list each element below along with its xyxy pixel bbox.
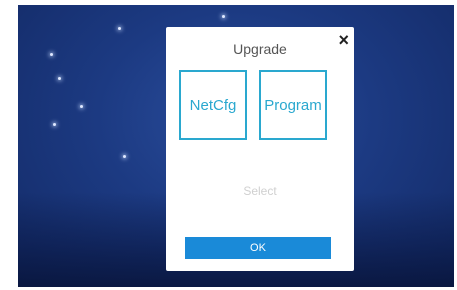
star-decoration bbox=[50, 53, 53, 56]
netcfg-label: NetCfg bbox=[189, 96, 237, 114]
ok-button-label: OK bbox=[250, 242, 266, 254]
star-decoration bbox=[53, 123, 56, 126]
star-decoration bbox=[58, 77, 61, 80]
netcfg-option[interactable]: NetCfg bbox=[179, 70, 247, 140]
ok-button[interactable]: OK bbox=[185, 237, 331, 259]
device-screen: Upgrade × NetCfg Program Select OK bbox=[18, 5, 454, 287]
star-decoration bbox=[123, 155, 126, 158]
upgrade-dialog: Upgrade × NetCfg Program Select OK bbox=[166, 27, 354, 271]
program-option[interactable]: Program bbox=[259, 70, 327, 140]
select-status-text: Select bbox=[243, 184, 277, 198]
dialog-title: Upgrade bbox=[233, 41, 287, 57]
program-label: Program bbox=[264, 96, 322, 114]
close-icon[interactable]: × bbox=[338, 29, 349, 51]
star-decoration bbox=[80, 105, 83, 108]
star-decoration bbox=[118, 27, 121, 30]
star-decoration bbox=[222, 15, 225, 18]
